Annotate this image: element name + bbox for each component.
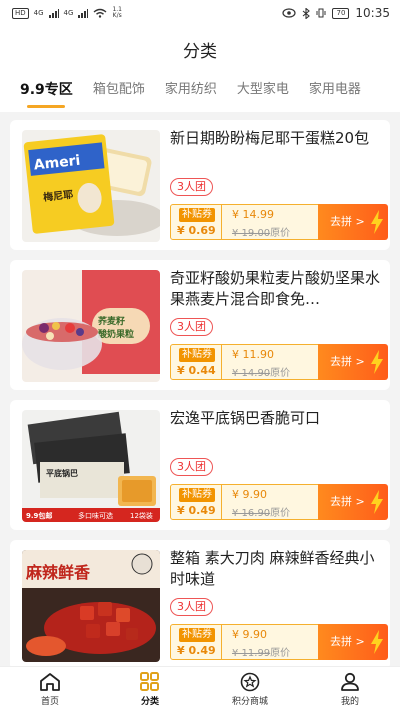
thumb-count-text: 12袋装 bbox=[130, 511, 153, 520]
product-image: 平底锅巴 9.9包邮 多口味可选 12袋装 bbox=[22, 410, 160, 522]
subsidy-amount: ¥ 0.44 bbox=[177, 364, 216, 377]
signal-4g-icon-2: 4G bbox=[63, 9, 74, 17]
product-card[interactable]: 平底锅巴 9.9包邮 多口味可选 12袋装 宏逸平底锅巴香脆可口 3人团 补贴券… bbox=[10, 400, 390, 530]
nav-mine[interactable]: 我的 bbox=[300, 667, 400, 711]
subsidy-tag: 补贴券 bbox=[179, 208, 215, 222]
subsidy-tag: 补贴券 bbox=[179, 348, 215, 362]
nav-home-label: 首页 bbox=[40, 696, 59, 707]
product-card[interactable]: 麻辣鲜香 整箱 素大刀肉 麻辣鲜香经典小时味道 3人团 补贴券 ¥ 0.49 ¥ … bbox=[10, 540, 390, 666]
product-card[interactable]: Ameri 梅尼耶 新日期盼盼梅尼耶干蛋糕20包 3人团 补贴券 ¥ 0.69 ¥… bbox=[10, 120, 390, 250]
tab-large-appliances[interactable]: 大型家电 bbox=[237, 72, 289, 112]
thumb-product-text: 酸奶果粒 bbox=[98, 328, 134, 340]
group-price: ¥ 9.90 bbox=[232, 488, 267, 501]
star-icon bbox=[240, 672, 260, 691]
join-group-button[interactable]: 去拼 > bbox=[318, 484, 388, 520]
lightning-icon bbox=[371, 490, 383, 514]
status-bar: HD 4G 4G 1.1 K/s 70 10:35 bbox=[0, 0, 400, 26]
tab-home-textiles[interactable]: 家用纺织 bbox=[165, 72, 217, 112]
thumb-flavor-text: 多口味可选 bbox=[78, 511, 113, 520]
vibrate-icon bbox=[316, 8, 326, 18]
product-image: Ameri 梅尼耶 bbox=[22, 130, 160, 242]
nav-points-mall[interactable]: 积分商城 bbox=[200, 667, 300, 711]
hd-icon: HD bbox=[12, 7, 29, 19]
product-list: Ameri 梅尼耶 新日期盼盼梅尼耶干蛋糕20包 3人团 补贴券 ¥ 0.69 ¥… bbox=[0, 112, 400, 666]
price-block: 补贴券 ¥ 0.49 ¥ 9.90 ¥ 11.99原价 去拼 > bbox=[170, 624, 388, 660]
subsidy-amount: ¥ 0.49 bbox=[177, 644, 216, 657]
price-block: 补贴券 ¥ 0.49 ¥ 9.90 ¥ 16.90原价 去拼 > bbox=[170, 484, 388, 520]
subsidy-tag: 补贴券 bbox=[179, 488, 215, 502]
grid-icon bbox=[140, 671, 159, 691]
thumb-product-text: 麻辣鲜香 bbox=[25, 563, 91, 582]
signal-4g-icon: 4G bbox=[33, 9, 44, 17]
nav-points-mall-label: 积分商城 bbox=[231, 696, 268, 707]
subsidy-amount: ¥ 0.49 bbox=[177, 504, 216, 517]
group-price: ¥ 11.90 bbox=[232, 348, 274, 361]
nav-mine-label: 我的 bbox=[340, 696, 359, 707]
wifi-icon bbox=[93, 8, 107, 18]
thumb-brand-text: 荞麦籽 bbox=[98, 315, 125, 327]
product-title[interactable]: 宏逸平底锅巴香脆可口 bbox=[170, 408, 385, 429]
product-image: 荞麦籽 酸奶果粒 bbox=[22, 270, 160, 382]
product-title[interactable]: 奇亚籽酸奶果粒麦片酸奶坚果水果燕麦片混合即食免… bbox=[170, 268, 385, 310]
group-badge: 3人团 bbox=[170, 458, 213, 476]
page-title: 分类 bbox=[0, 26, 400, 72]
nav-home[interactable]: 首页 bbox=[0, 667, 100, 711]
tab-9-9-zone[interactable]: 9.9专区 bbox=[20, 72, 73, 112]
lightning-icon bbox=[371, 350, 383, 374]
product-title[interactable]: 新日期盼盼梅尼耶干蛋糕20包 bbox=[170, 128, 385, 149]
join-group-button[interactable]: 去拼 > bbox=[318, 624, 388, 660]
join-group-button[interactable]: 去拼 > bbox=[318, 204, 388, 240]
lightning-icon bbox=[371, 630, 383, 654]
subsidy-tag: 补贴券 bbox=[179, 628, 215, 642]
original-price: ¥ 11.99原价 bbox=[232, 648, 291, 659]
person-icon bbox=[341, 672, 359, 691]
category-tabs: 9.9专区 箱包配饰 家用纺织 大型家电 家用电器 bbox=[0, 72, 400, 112]
tab-bags-accessories[interactable]: 箱包配饰 bbox=[93, 72, 145, 112]
price-block: 补贴券 ¥ 0.44 ¥ 11.90 ¥ 14.90原价 去拼 > bbox=[170, 344, 388, 380]
nav-category-label: 分类 bbox=[140, 696, 159, 707]
original-price: ¥ 16.90原价 bbox=[232, 508, 291, 519]
bottom-nav: 首页 分类 积分商城 我的 bbox=[0, 666, 400, 711]
signal-bars-icon bbox=[48, 8, 59, 18]
home-icon bbox=[40, 672, 60, 691]
product-title[interactable]: 整箱 素大刀肉 麻辣鲜香经典小时味道 bbox=[170, 548, 385, 590]
bluetooth-icon bbox=[303, 7, 311, 19]
network-speed: 1.1 K/s bbox=[112, 6, 122, 19]
subsidy-amount: ¥ 0.69 bbox=[177, 224, 216, 237]
original-price: ¥ 19.00原价 bbox=[232, 228, 291, 239]
signal-bars-icon-2 bbox=[78, 8, 89, 18]
battery-icon: 70 bbox=[332, 7, 350, 19]
original-price: ¥ 14.90原价 bbox=[232, 368, 291, 379]
group-badge: 3人团 bbox=[170, 178, 213, 196]
clock: 10:35 bbox=[355, 6, 390, 20]
lightning-icon bbox=[371, 210, 383, 234]
join-group-button[interactable]: 去拼 > bbox=[318, 344, 388, 380]
nav-category[interactable]: 分类 bbox=[100, 667, 200, 711]
product-card[interactable]: 荞麦籽 酸奶果粒 奇亚籽酸奶果粒麦片酸奶坚果水果燕麦片混合即食免… 3人团 补贴… bbox=[10, 260, 390, 390]
group-badge: 3人团 bbox=[170, 318, 213, 336]
thumb-badge-text: 9.9包邮 bbox=[26, 511, 52, 520]
group-badge: 3人团 bbox=[170, 598, 213, 616]
price-block: 补贴券 ¥ 0.69 ¥ 14.99 ¥ 19.00原价 去拼 > bbox=[170, 204, 388, 240]
thumb-product-text: 平底锅巴 bbox=[46, 468, 78, 478]
tab-home-appliances[interactable]: 家用电器 bbox=[309, 72, 361, 112]
group-price: ¥ 9.90 bbox=[232, 628, 267, 641]
group-price: ¥ 14.99 bbox=[232, 208, 274, 221]
eye-icon bbox=[282, 8, 297, 18]
product-image: 麻辣鲜香 bbox=[22, 550, 160, 662]
